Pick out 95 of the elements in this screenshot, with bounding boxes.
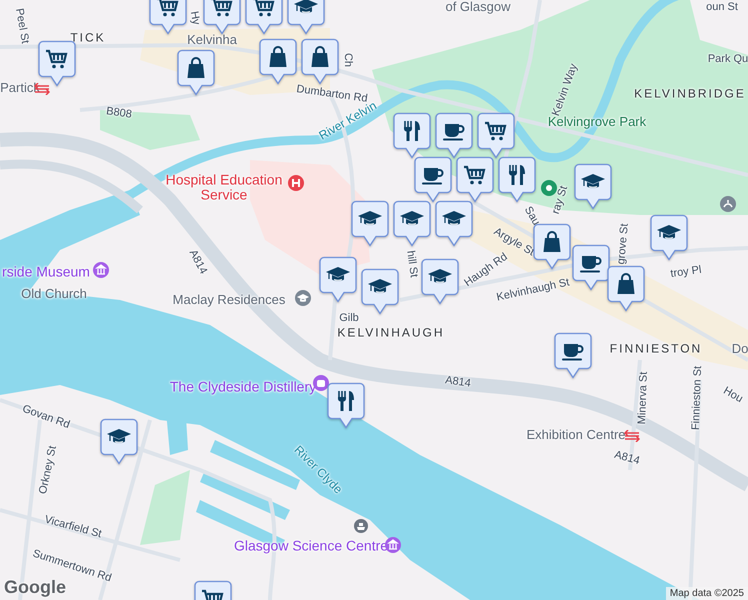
street-label: Sau — [522, 204, 542, 228]
street-label: Ch — [342, 52, 354, 68]
district-label: FINNIESTON — [610, 342, 702, 356]
map-marker[interactable] — [176, 49, 216, 96]
cutlery-icon — [509, 164, 525, 185]
graduation-cap-icon — [107, 429, 131, 443]
shopping-cart-icon — [485, 122, 506, 140]
map-marker[interactable] — [300, 38, 340, 85]
map-marker[interactable] — [360, 268, 400, 315]
map-marker[interactable] — [649, 214, 689, 261]
street-label: Dumbarton Rd — [296, 83, 368, 105]
street-label: Govan Rd — [20, 402, 72, 432]
ferry-icon — [354, 519, 368, 533]
hospital-icon — [288, 175, 304, 191]
shopping-cart-icon — [253, 0, 274, 16]
map-marker[interactable] — [532, 223, 572, 270]
coffee-cup-icon — [562, 344, 584, 360]
shopping-cart-icon — [211, 0, 232, 16]
street-label: A814 — [613, 448, 641, 468]
place-label: Exhibition Centre — [526, 428, 626, 442]
shopping-bag-icon — [544, 231, 560, 252]
place-label: Do — [732, 342, 748, 356]
street-label: A814 — [444, 374, 472, 390]
map-marker[interactable] — [392, 200, 432, 247]
map-marker[interactable] — [497, 156, 537, 203]
graduation-cap-icon — [428, 269, 452, 283]
coffee-cup-icon — [580, 256, 602, 272]
map-marker[interactable] — [258, 38, 298, 85]
street-label: ray St — [550, 184, 570, 216]
train-icon — [624, 430, 640, 442]
district-label: KELVINHAUGH — [337, 326, 445, 340]
cutlery-icon — [404, 120, 420, 141]
shopping-bag-icon — [618, 273, 634, 294]
map-logo[interactable]: Google — [4, 577, 66, 598]
shopping-cart-icon — [202, 590, 224, 600]
street-label: Finnieston St — [690, 366, 704, 430]
coffee-cup-icon — [422, 168, 444, 184]
place-label: Maclay Residences — [172, 292, 286, 308]
map-marker[interactable] — [326, 382, 366, 429]
map-marker[interactable] — [434, 200, 474, 247]
shopping-bag-icon — [270, 46, 286, 67]
graduation-cap-icon — [400, 211, 424, 225]
map-marker[interactable] — [573, 163, 613, 210]
shopping-bag-icon — [312, 46, 328, 67]
street-label: Peel St — [12, 7, 32, 45]
shopping-cart-icon — [464, 166, 486, 184]
coffee-cup-icon — [443, 124, 464, 140]
shopping-bag-icon — [188, 57, 204, 78]
museum-icon — [385, 537, 401, 553]
street-label: B808 — [105, 105, 133, 121]
street-label: Minerva St — [636, 372, 650, 424]
street-label: oun St — [706, 0, 738, 14]
park-pin-icon — [541, 180, 557, 196]
graduation-cap-icon — [294, 0, 318, 13]
map-marker[interactable] — [148, 0, 188, 35]
graduation-cap-icon — [358, 211, 382, 225]
graduation-cap-icon — [657, 225, 681, 239]
district-label: TICK — [70, 31, 106, 45]
street-label: Orkney St — [37, 444, 59, 496]
map-marker[interactable] — [606, 265, 646, 312]
map-marker[interactable] — [350, 200, 390, 247]
shopping-cart-icon — [157, 0, 178, 16]
place-label: Kelvinha — [187, 32, 237, 48]
district-label: KELVINBRIDGE — [634, 87, 746, 101]
graduation-cap-icon — [368, 279, 392, 293]
graduation-cap-icon — [295, 290, 311, 306]
graduation-cap-icon — [581, 174, 605, 188]
map-marker[interactable] — [476, 112, 516, 159]
map-marker[interactable] — [244, 0, 284, 35]
museum-icon — [93, 262, 109, 278]
map-marker[interactable] — [420, 258, 460, 305]
graduation-cap-icon — [442, 211, 466, 225]
street-label: troy Pl — [670, 264, 702, 280]
map-marker[interactable] — [413, 156, 453, 203]
cutlery-icon — [338, 390, 354, 411]
hospital-label: Hospital Education Service — [164, 172, 284, 204]
map-marker[interactable] — [434, 112, 474, 159]
graduation-cap-icon — [326, 267, 350, 281]
map-marker[interactable] — [553, 332, 593, 379]
map-marker[interactable] — [202, 0, 242, 35]
street-label: Gilb — [339, 312, 359, 324]
map-marker[interactable] — [99, 418, 139, 465]
map-marker[interactable] — [455, 156, 495, 203]
street-label: Hou — [721, 384, 745, 406]
street-label: A814 — [186, 248, 210, 276]
place-label: of Glasgow — [445, 0, 511, 14]
map-marker[interactable] — [318, 256, 358, 303]
map-marker[interactable] — [286, 0, 326, 35]
street-label: Park Qu — [708, 52, 748, 66]
street-label: grove St — [615, 223, 631, 265]
street-label: hill St — [404, 250, 420, 278]
street-label: Hy — [188, 10, 202, 26]
map-marker[interactable] — [392, 112, 432, 159]
map-marker[interactable] — [571, 244, 611, 291]
shopping-cart-icon — [46, 50, 68, 68]
